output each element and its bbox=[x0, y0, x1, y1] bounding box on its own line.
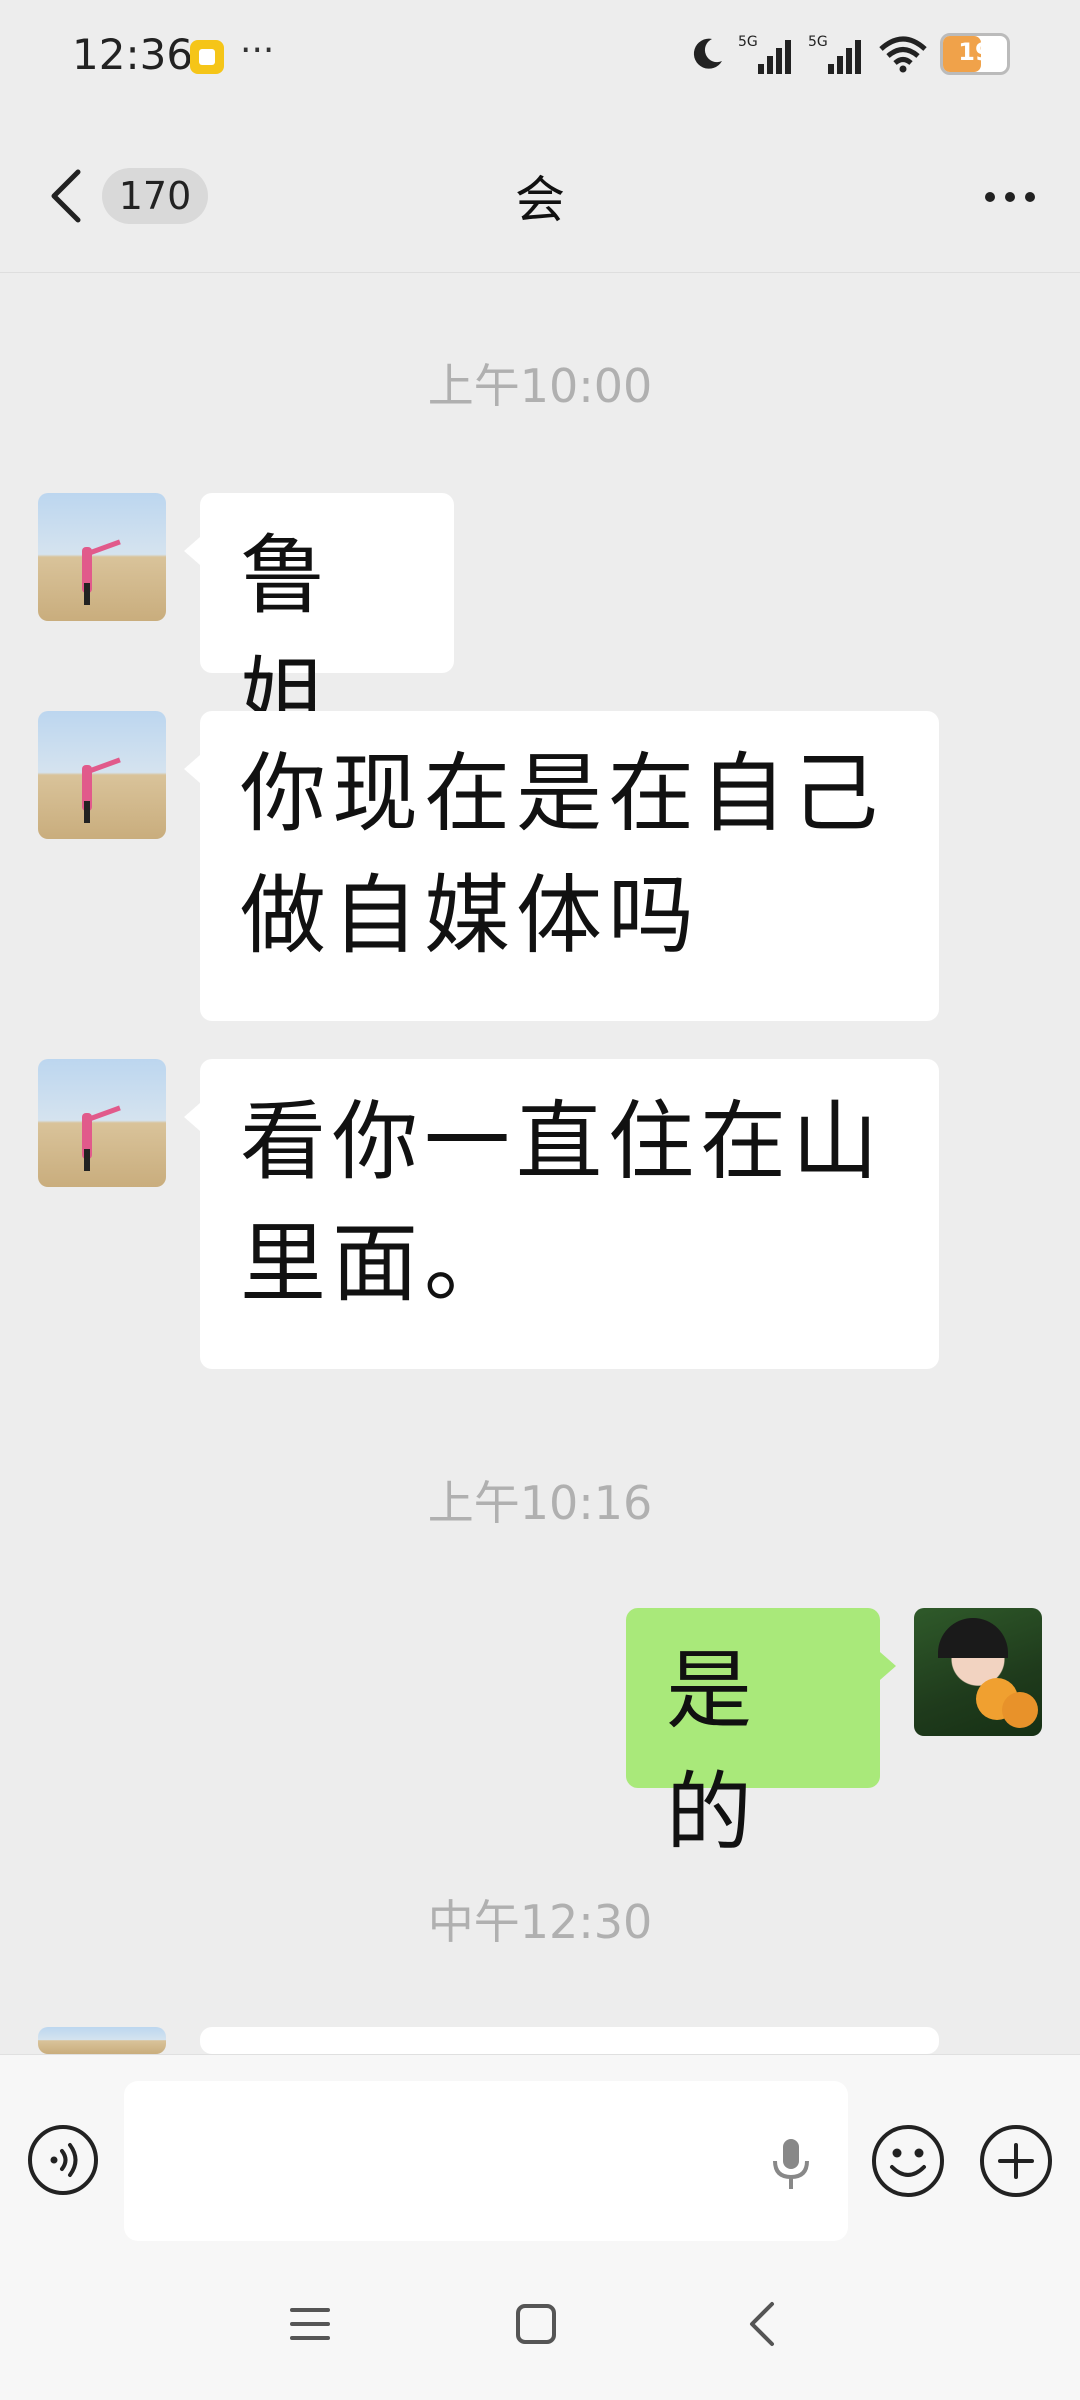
signal-icon-2: 5G bbox=[808, 34, 861, 74]
wifi-icon bbox=[879, 36, 927, 73]
mic-icon[interactable] bbox=[766, 2135, 816, 2193]
status-time: 12:36 bbox=[72, 30, 194, 79]
voice-icon[interactable] bbox=[26, 2123, 100, 2197]
message-bubble-self[interactable]: 是的 bbox=[626, 1608, 896, 1863]
message-text: 是的 bbox=[666, 1641, 758, 1864]
battery-indicator: 19 bbox=[940, 33, 1010, 75]
contact-avatar[interactable] bbox=[38, 493, 166, 621]
message-text: 看你一直住在山里面。 bbox=[240, 1092, 884, 1315]
emoji-icon[interactable] bbox=[870, 2123, 946, 2199]
status-icons: 5G 5G 19 bbox=[688, 32, 1010, 76]
plus-icon[interactable] bbox=[978, 2123, 1054, 2199]
self-avatar[interactable] bbox=[914, 1608, 1042, 1736]
contact-avatar[interactable] bbox=[38, 711, 166, 839]
message-bubble[interactable]: 鲁姐 bbox=[184, 493, 454, 748]
message-input[interactable] bbox=[124, 2081, 848, 2241]
status-bar: 12:36 ··· 5G 5G 19 bbox=[0, 0, 1080, 120]
more-dots-icon[interactable] bbox=[980, 172, 1040, 222]
contact-avatar[interactable] bbox=[38, 2027, 166, 2054]
home-icon[interactable] bbox=[514, 2302, 558, 2346]
recent-apps-icon[interactable] bbox=[288, 2304, 332, 2344]
battery-level: 19 bbox=[958, 38, 992, 66]
timestamp: 中午12:30 bbox=[427, 1895, 653, 1949]
status-more-dots: ··· bbox=[240, 30, 275, 71]
message-text: 你现在是在自己做自媒体吗 bbox=[240, 744, 884, 967]
input-bar bbox=[0, 2054, 1080, 2255]
message-bubble[interactable]: 你现在是在自己做自媒体吗 bbox=[184, 711, 939, 1021]
network-label: 5G bbox=[738, 34, 758, 50]
contact-avatar[interactable] bbox=[38, 1059, 166, 1187]
chat-header: 170 会 bbox=[0, 120, 1080, 273]
system-nav-bar bbox=[0, 2254, 1080, 2400]
chat-title: 会 bbox=[515, 171, 565, 229]
network-label-2: 5G bbox=[808, 34, 828, 50]
timestamp: 上午10:00 bbox=[427, 359, 653, 413]
signal-icon: 5G bbox=[738, 34, 791, 74]
message-bubble[interactable]: 看你一直住在山里面。 bbox=[184, 1059, 939, 1369]
nav-back-icon[interactable] bbox=[744, 2300, 778, 2348]
app-notification-icon bbox=[190, 40, 224, 74]
moon-icon bbox=[693, 38, 722, 69]
timestamp: 上午10:16 bbox=[427, 1476, 653, 1530]
message-bubble[interactable] bbox=[184, 2027, 939, 2099]
